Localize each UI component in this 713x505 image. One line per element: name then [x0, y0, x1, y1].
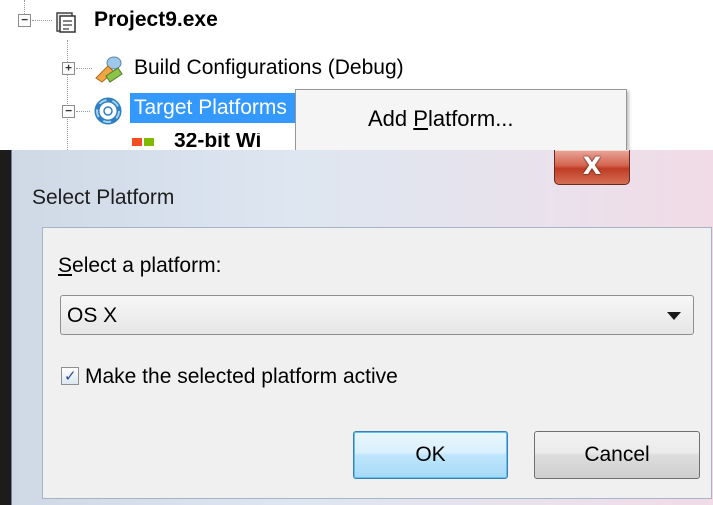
make-active-label[interactable]: Make the selected platform active	[85, 365, 398, 389]
menu-item-text: latform...	[427, 106, 514, 131]
menu-item-accelerator: P	[413, 106, 428, 131]
collapse-toggle[interactable]: −	[62, 105, 75, 118]
tree-connector	[76, 111, 90, 112]
close-icon: X	[582, 152, 602, 180]
expand-toggle[interactable]: +	[62, 62, 75, 75]
make-active-checkbox[interactable]: ✓	[61, 367, 79, 385]
project-tree: − Project9.exe + Build Configurations (D…	[0, 0, 713, 153]
platform-child-row[interactable]: 32-bit Wi	[130, 133, 300, 150]
label-accelerator: S	[58, 254, 73, 277]
platform-dropdown-value: OS X	[67, 304, 118, 327]
close-button[interactable]: X	[554, 150, 630, 185]
tree-connector	[67, 40, 68, 150]
ok-button[interactable]: OK	[353, 431, 508, 479]
collapse-toggle[interactable]: −	[18, 14, 31, 27]
tree-connector	[32, 20, 52, 21]
dialog-frame: Select Platform X Select a platform: OS …	[11, 150, 713, 505]
select-platform-dialog: Select Platform X Select a platform: OS …	[0, 150, 713, 505]
target-platforms-label[interactable]: Target Platforms	[130, 93, 298, 123]
cancel-button[interactable]: Cancel	[534, 431, 700, 479]
project-file-icon	[54, 10, 78, 39]
menu-item-text: Add	[368, 106, 414, 131]
target-platforms-text: Target Platforms	[134, 96, 287, 119]
tree-connector	[24, 0, 25, 14]
dialog-title: Select Platform	[32, 186, 175, 209]
build-configurations-icon	[92, 54, 126, 89]
background-edge	[0, 150, 11, 505]
label-text: elect a platform:	[72, 254, 222, 277]
context-menu: Add Platform...	[295, 89, 627, 153]
platform-child-label: 32-bit Wi	[174, 133, 262, 150]
tree-connector	[76, 68, 92, 69]
platform-dropdown[interactable]: OS X	[60, 295, 694, 335]
project-node-label[interactable]: Project9.exe	[94, 8, 218, 32]
dialog-client-area: Select a platform: OS X ✓ Make the selec…	[42, 227, 712, 499]
build-configurations-label[interactable]: Build Configurations (Debug)	[134, 56, 404, 80]
dropdown-arrow-icon[interactable]	[667, 312, 681, 320]
menu-item-add-platform[interactable]: Add Platform...	[368, 106, 514, 132]
checkmark-icon: ✓	[64, 367, 77, 385]
windows-flag-icon	[130, 136, 156, 150]
select-platform-label: Select a platform:	[58, 254, 221, 278]
target-platforms-icon	[92, 96, 124, 131]
